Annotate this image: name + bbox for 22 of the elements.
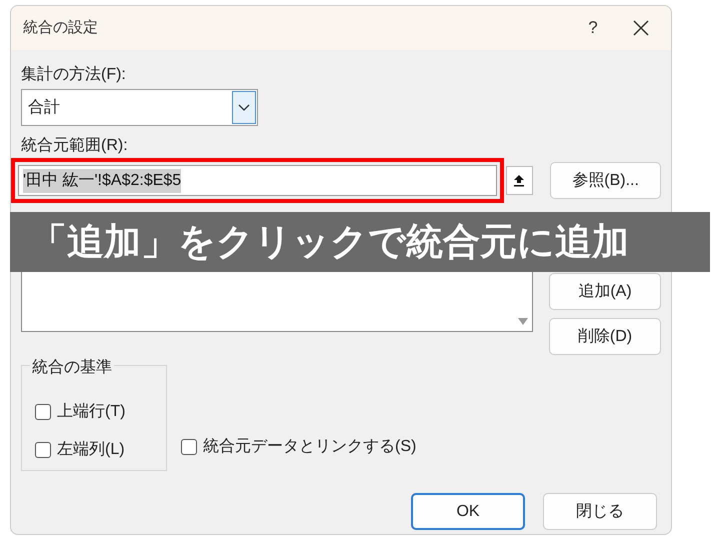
upload-icon — [513, 174, 526, 187]
checkbox[interactable] — [35, 442, 51, 458]
delete-button[interactable]: 削除(D) — [549, 318, 661, 355]
checkbox-label: 上端行(T) — [57, 402, 126, 422]
dialog-button[interactable]: 閉じる — [543, 493, 657, 530]
caret-icon — [232, 91, 256, 124]
function-label: 集計の方法(F): — [21, 64, 127, 85]
window-title: 統合の設定 — [23, 18, 99, 38]
scroll-down-icon[interactable] — [518, 318, 528, 325]
checkbox[interactable] — [181, 439, 197, 455]
reference-field[interactable]: '田中 紘一'!$A$2:$E$5 — [18, 165, 497, 196]
checkbox-label: 統合元データとリンクする(S) — [203, 437, 416, 457]
checkbox[interactable] — [35, 404, 51, 420]
dialog-button[interactable]: OK — [411, 493, 525, 530]
help-button[interactable]: ? — [573, 13, 613, 43]
reference-label: 統合元範囲(R): — [21, 136, 129, 156]
browse-button[interactable]: 参照(B)... — [550, 162, 661, 199]
caption-text: 「追加」をクリックで統合元に追加 — [30, 220, 629, 264]
collapse-dialog-button[interactable] — [506, 166, 534, 195]
add-button[interactable]: 追加(A) — [549, 273, 661, 310]
checkbox-label: 左端列(L) — [57, 440, 125, 460]
function-dropdown[interactable]: 合計 — [21, 89, 258, 126]
